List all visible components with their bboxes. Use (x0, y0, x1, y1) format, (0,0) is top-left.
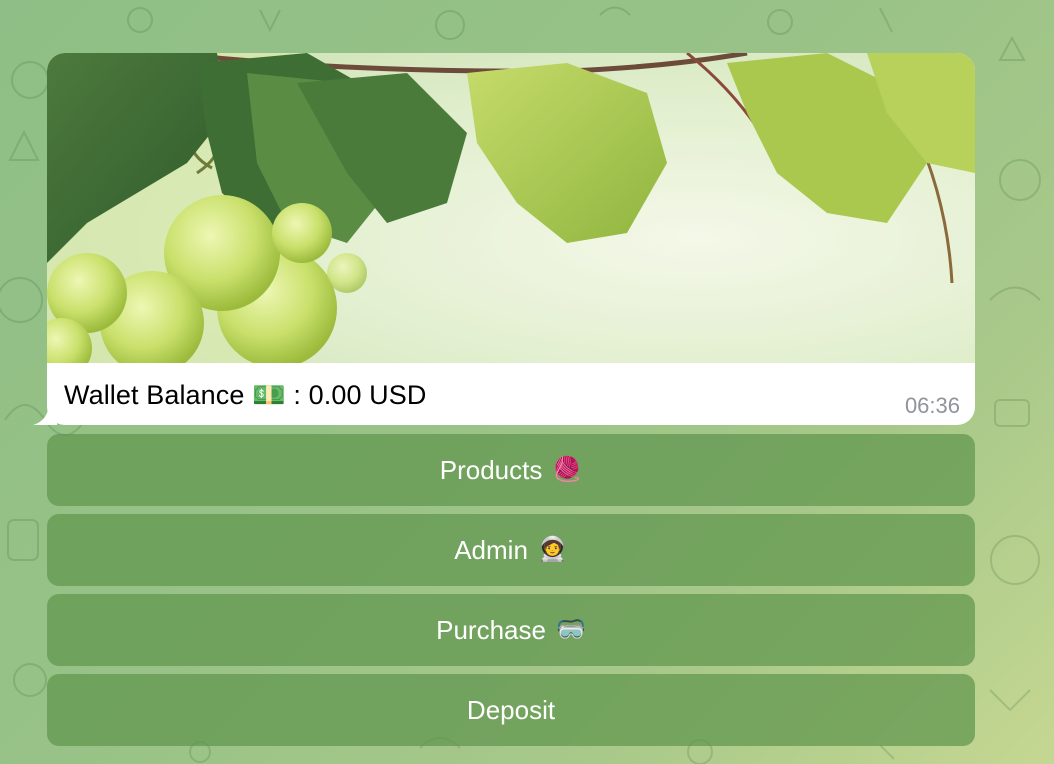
products-button-label: Products (439, 454, 543, 485)
admin-button-label: Admin (454, 534, 528, 565)
goggles-icon: 🥽 (555, 616, 586, 643)
products-button[interactable]: Products 🧶 (47, 434, 975, 506)
wallet-balance-caption: Wallet Balance 💵 : 0.00 USD (64, 380, 427, 410)
deposit-button[interactable]: Deposit (47, 674, 975, 746)
message-time: 06:36 (904, 393, 960, 418)
astronaut-icon: 🧑‍🚀 (537, 536, 568, 563)
bot-message: Wallet Balance 💵 : 0.00 USD 06:36 (33, 53, 975, 425)
deposit-button-label: Deposit (466, 694, 556, 725)
admin-button[interactable]: Admin 🧑‍🚀 (47, 514, 975, 586)
purchase-button-label: Purchase (436, 614, 546, 645)
purchase-button[interactable]: Purchase 🥽 (47, 594, 975, 666)
grapevine-image (47, 53, 975, 363)
yarn-icon: 🧶 (552, 456, 583, 483)
bubble-tail (33, 405, 57, 425)
message-photo-grapevine[interactable] (47, 53, 975, 363)
